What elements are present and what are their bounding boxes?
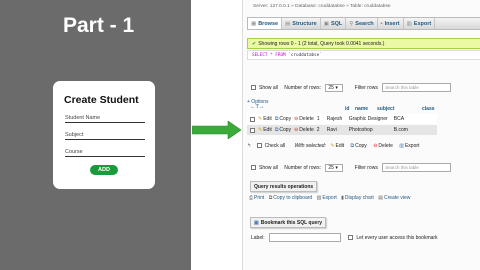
delete-icon: ⊖ (294, 116, 299, 122)
rows-select[interactable]: 25 ▾ (325, 163, 344, 172)
delete-icon: ⊖ (294, 127, 299, 133)
cell-class: BCA (393, 116, 405, 122)
table-header: id name subject class (345, 106, 442, 112)
student-name-field[interactable]: Student Name (65, 115, 145, 123)
bulk-copy-link[interactable]: ⧉Copy (351, 143, 367, 149)
copy-link[interactable]: ⧉Copy (275, 116, 291, 122)
edit-link[interactable]: ✎Edit (258, 116, 272, 122)
pencil-icon: ✎ (258, 116, 263, 122)
create-student-card: Create Student Student Name Subject Cour… (53, 81, 155, 189)
clipboard-icon: ⧉ (268, 195, 273, 201)
print-link[interactable]: ⎙Print (249, 195, 264, 201)
top-navigation: Show all Number of rows: 25 ▾ Filter row… (247, 83, 452, 92)
course-field[interactable]: Course (65, 149, 145, 157)
column-header[interactable]: class (422, 106, 442, 112)
cell-subject: Graphic Designer (348, 116, 388, 122)
bottom-navigation: Show all Number of rows: 25 ▾ Filter row… (247, 163, 452, 172)
show-all-checkbox[interactable] (251, 165, 256, 170)
arrow-right-icon (192, 121, 242, 139)
pencil-icon: ✎ (330, 143, 335, 149)
sql-query-box: SELECT * FROM `cruddatabse` (247, 50, 480, 60)
delete-link[interactable]: ⊖Delete (294, 127, 314, 133)
bulk-export-link[interactable]: ▥Export (399, 143, 419, 149)
with-selected-bar: ↰ Check all With selected: ✎Edit ⧉Copy ⊖… (247, 143, 420, 149)
row-checkbox[interactable] (250, 127, 255, 133)
view-icon: ▤ (378, 195, 383, 201)
column-header[interactable]: subject (377, 106, 422, 112)
copy-link[interactable]: ⧉Copy (275, 127, 291, 133)
phpmyadmin-panel: Server: 127.0.0.1 » Database: cruddatabs… (242, 0, 480, 270)
part-title: Part - 1 (63, 14, 135, 37)
success-message: ✔ Showing rows 0 - 1 (2 total, Query took… (247, 38, 480, 49)
query-results-operations-links: ⎙Print ⧉Copy to clipboard ▥Export ▮Displ… (249, 195, 410, 201)
cell-subject: Photoshop (348, 127, 373, 133)
structure-icon: ▤ (285, 21, 291, 27)
copy-clipboard-link[interactable]: ⧉Copy to clipboard (269, 195, 313, 201)
delete-icon: ⊖ (373, 143, 378, 149)
rows-select[interactable]: 25 ▾ (325, 83, 344, 92)
form-title: Create Student (64, 94, 139, 106)
copy-icon: ⧉ (350, 143, 355, 149)
add-button[interactable]: ADD (90, 165, 118, 175)
arrow-corner-icon: ↰ (247, 143, 252, 149)
filter-input[interactable]: Search this table (382, 163, 452, 172)
copy-icon: ⧉ (274, 127, 279, 133)
export-link[interactable]: ▥Export (317, 195, 337, 201)
export-icon: ▥ (406, 21, 412, 27)
delete-link[interactable]: ⊖Delete (294, 116, 314, 122)
sort-arrows[interactable]: ←T→ (250, 104, 264, 110)
breadcrumb[interactable]: Server: 127.0.0.1 » Database: cruddatabs… (253, 4, 391, 9)
column-header[interactable]: name (355, 106, 377, 112)
cell-id: 1 (316, 116, 320, 122)
left-panel: Part - 1 Create Student Student Name Sub… (0, 0, 191, 270)
sql-icon: ▣ (323, 21, 329, 27)
tab-export[interactable]: ▥ Export (404, 18, 436, 29)
show-all-checkbox[interactable] (251, 85, 256, 90)
insert-icon: ▪ (380, 21, 383, 27)
tab-sql[interactable]: ▣ SQL (321, 18, 347, 29)
tab-insert[interactable]: ▪ Insert (378, 18, 404, 29)
tab-search[interactable]: ⚲ Search (346, 18, 378, 29)
export-icon: ▥ (399, 143, 404, 149)
tab-structure[interactable]: ▤ Structure (282, 18, 321, 29)
tab-bar: ▦ Browse ▤ Structure ▣ SQL ⚲ Search ▪ Insert … (247, 17, 480, 30)
cell-class: B.com (393, 127, 408, 133)
cell-id: 2 (316, 127, 320, 133)
export-icon: ▥ (316, 195, 322, 201)
pencil-icon: ✎ (258, 127, 263, 133)
bookmark-share-checkbox[interactable] (348, 235, 354, 240)
subject-field[interactable]: Subject (65, 132, 145, 140)
bookmark-form: Label: Let every user access this bookma… (251, 233, 438, 242)
edit-link[interactable]: ✎Edit (258, 127, 272, 133)
cell-name: Rajesh (326, 116, 343, 122)
browse-icon: ▦ (251, 21, 257, 27)
chart-icon: ▮ (341, 195, 344, 201)
bookmark-icon: ▣ (254, 220, 259, 226)
bulk-delete-link[interactable]: ⊖Delete (373, 143, 393, 149)
bookmark-label-input[interactable] (269, 233, 342, 242)
check-all-checkbox[interactable] (256, 143, 262, 149)
copy-icon: ⧉ (274, 116, 279, 122)
print-icon: ⎙ (249, 195, 254, 201)
tab-browse[interactable]: ▦ Browse (248, 18, 283, 29)
query-results-operations-heading: Query results operations (250, 181, 318, 192)
bookmark-heading: ▣ Bookmark this SQL query (250, 217, 327, 228)
bulk-edit-link[interactable]: ✎Edit (330, 143, 344, 149)
check-icon: ✔ (252, 41, 257, 47)
table-row: ✎Edit ⧉Copy ⊖Delete 1 Rajesh Graphic Des… (247, 114, 437, 124)
column-header[interactable]: id (345, 106, 355, 112)
search-icon: ⚲ (349, 21, 354, 27)
create-view-link[interactable]: ▤Create view (378, 195, 410, 201)
table-row: ✎Edit ⧉Copy ⊖Delete 2 Ravi Photoshop B.c… (247, 125, 437, 135)
display-chart-link[interactable]: ▮Display chart (341, 195, 374, 201)
row-checkbox[interactable] (250, 116, 255, 122)
cell-name: Ravi (326, 127, 337, 133)
filter-input[interactable]: Search this table (382, 83, 452, 92)
